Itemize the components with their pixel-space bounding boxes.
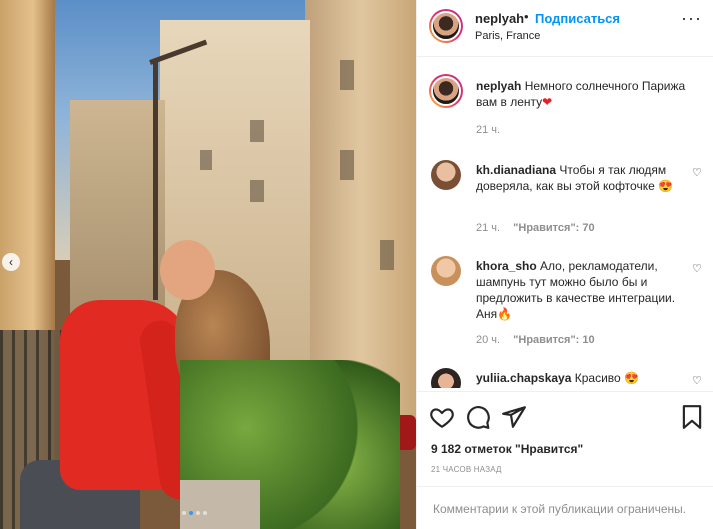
window: [200, 150, 212, 170]
comment-body: Красиво: [574, 371, 621, 385]
red-heart-emoji: ❤: [542, 95, 553, 109]
window: [340, 150, 354, 180]
comment-meta: 21 ч. "Нравится": 70: [476, 222, 595, 234]
heart-eyes-emoji: 😍: [658, 179, 674, 193]
comment-text: khora_sho Ало, рекламодатели, шампунь ту…: [476, 258, 686, 322]
comment-text: kh.dianadiana Чтобы я так людям доверяла…: [476, 162, 686, 194]
heart-eyes-emoji: 😍: [624, 371, 639, 385]
carousel-dot-active: [189, 511, 193, 515]
comment-like-icon[interactable]: ♡: [692, 166, 702, 179]
comments-restricted-footer: Комментарии к этой публикации ограничены…: [417, 486, 713, 529]
carousel-dots: [182, 511, 207, 515]
caption-avatar[interactable]: [429, 74, 463, 108]
send-icon[interactable]: [501, 404, 527, 430]
window: [340, 60, 354, 90]
comment-likes[interactable]: "Нравится": 10: [513, 334, 594, 346]
more-icon[interactable]: ···: [681, 8, 702, 29]
comment-like-icon[interactable]: ♡: [692, 374, 702, 387]
commenter-avatar[interactable]: [431, 256, 461, 286]
carousel-dot: [182, 511, 186, 515]
commenter-avatar[interactable]: [431, 160, 461, 190]
comments-list[interactable]: neplyah Немного солнечного Парижа вам в …: [417, 58, 713, 388]
location-link[interactable]: Paris, France: [475, 30, 540, 42]
comment-likes[interactable]: "Нравится": 70: [513, 222, 594, 234]
post-panel: neplyah • Подписаться Paris, France ··· …: [416, 0, 713, 529]
carousel-prev-button[interactable]: ‹: [2, 253, 20, 271]
comment-username[interactable]: yuliia.chapskaya: [476, 371, 571, 385]
window: [250, 120, 264, 142]
author-avatar[interactable]: [429, 9, 463, 43]
face: [160, 240, 215, 300]
action-bar: [417, 391, 713, 441]
fire-emoji: 🔥: [497, 307, 513, 321]
comment-text: yuliia.chapskaya Красиво 😍: [476, 370, 686, 386]
caption-username[interactable]: neplyah: [476, 79, 521, 93]
plant-pot: [180, 480, 260, 529]
caption-time: 21 ч.: [476, 124, 501, 136]
comment-like-icon[interactable]: ♡: [692, 262, 702, 275]
window: [250, 180, 264, 202]
window: [380, 240, 394, 270]
bookmark-icon[interactable]: [679, 404, 705, 430]
comment-username[interactable]: kh.dianadiana: [476, 163, 556, 177]
comments-restricted-text: Комментарии к этой публикации ограничены…: [433, 502, 687, 516]
post-header: neplyah • Подписаться Paris, France ···: [417, 0, 713, 57]
comment-time: 20 ч.: [476, 334, 501, 346]
street-lamp: [153, 60, 158, 300]
post-photo[interactable]: [0, 0, 416, 529]
comment-icon[interactable]: [465, 404, 491, 430]
heart-icon[interactable]: [429, 404, 455, 430]
follow-button[interactable]: Подписаться: [535, 11, 620, 26]
comment-username[interactable]: khora_sho: [476, 259, 537, 273]
author-username[interactable]: neplyah: [475, 11, 524, 26]
comment-time: 21 ч.: [476, 222, 501, 234]
comment-meta: 20 ч. "Нравится": 10: [476, 334, 595, 346]
post-timestamp[interactable]: 21 ЧАСОВ НАЗАД: [431, 465, 502, 474]
carousel-dot: [203, 511, 207, 515]
commenter-avatar[interactable]: [431, 368, 461, 388]
caption-text: neplyah Немного солнечного Парижа вам в …: [476, 78, 686, 110]
header-separator: •: [524, 9, 529, 24]
carousel-dot: [196, 511, 200, 515]
like-count[interactable]: 9 182 отметок "Нравится": [431, 442, 583, 456]
